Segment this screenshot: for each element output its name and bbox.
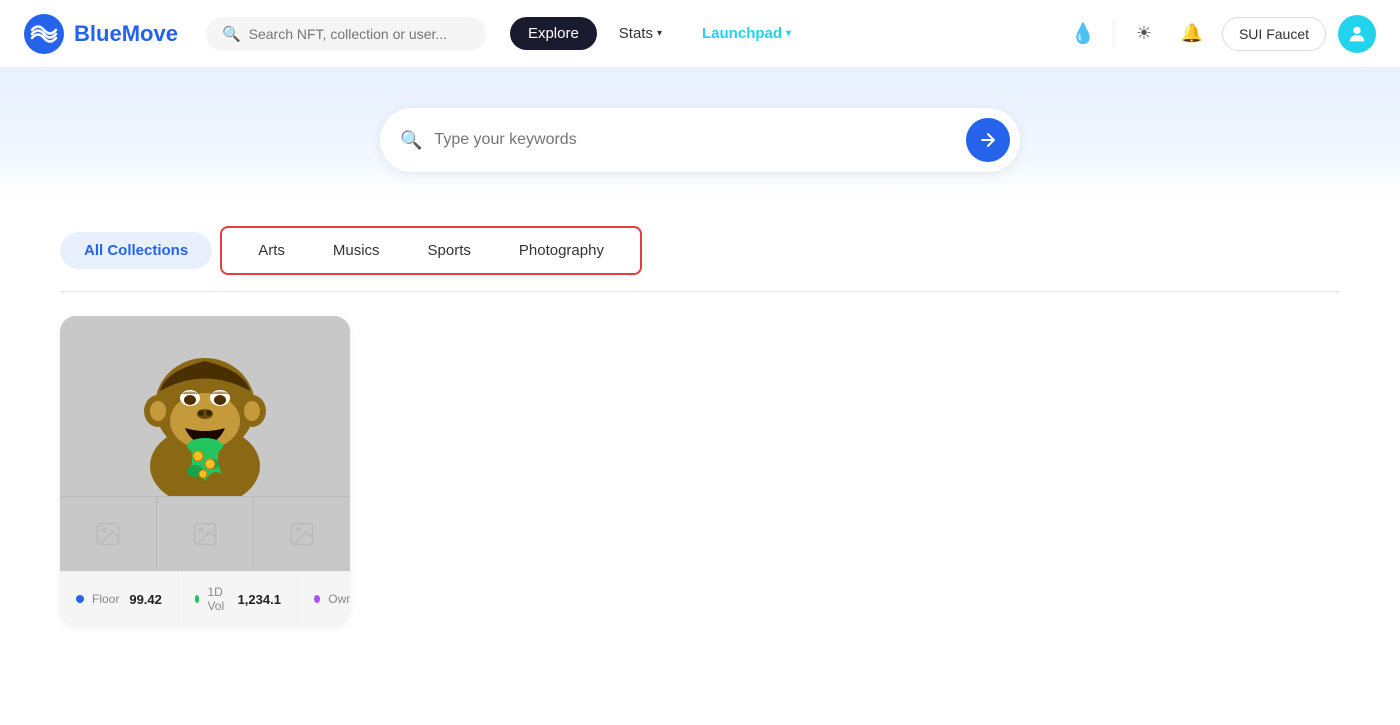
stats-chevron-icon: ▾ [657, 28, 662, 39]
hero-search-icon: 🔍 [400, 130, 422, 151]
notification-button[interactable]: 🔔 [1174, 16, 1210, 52]
hero-section: 🔍 [0, 68, 1400, 202]
stat-dot-floor [76, 595, 84, 603]
stat-label-owners: Owners [328, 592, 350, 606]
nav-divider [1113, 20, 1114, 48]
collection-stats: Floor 99.42 1D Vol 1,234.1 Owners 3,012 … [60, 571, 350, 626]
stat-label-floor: Floor [92, 592, 119, 606]
drop-icon-button[interactable]: 💧 [1065, 16, 1101, 52]
nav-search-input[interactable] [249, 26, 470, 42]
placeholder-icon-3 [288, 520, 316, 548]
filter-sports-button[interactable]: Sports [404, 234, 495, 267]
hero-search-bar: 🔍 [380, 108, 1020, 172]
collections-section: Floor 99.42 1D Vol 1,234.1 Owners 3,012 … [0, 292, 1400, 650]
filter-row: All Collections Arts Musics Sports Photo… [60, 226, 1340, 275]
stat-dot-vol [195, 595, 200, 603]
thumbnail-2 [157, 496, 254, 571]
stat-floor: Floor 99.42 [60, 572, 179, 626]
navbar: BlueMove 🔍 Explore Stats ▾ Launchpad ▾ 💧… [0, 0, 1400, 68]
stat-value-vol: 1,234.1 [238, 592, 281, 607]
bell-icon: 🔔 [1181, 23, 1203, 44]
user-avatar-icon [1346, 23, 1368, 45]
collection-thumbnails [60, 496, 350, 571]
collections-grid: Floor 99.42 1D Vol 1,234.1 Owners 3,012 … [60, 316, 1340, 626]
filter-arts-button[interactable]: Arts [234, 234, 309, 267]
logo-text: BlueMove [74, 21, 178, 47]
filters-section: All Collections Arts Musics Sports Photo… [0, 202, 1400, 275]
nav-links: Explore Stats ▾ Launchpad ▾ [510, 17, 1049, 50]
placeholder-icon-2 [191, 520, 219, 548]
sui-faucet-button[interactable]: SUI Faucet [1222, 17, 1326, 51]
collection-nft-image [60, 316, 350, 496]
placeholder-icon-1 [94, 520, 122, 548]
drop-icon: 💧 [1071, 21, 1096, 46]
collection-card[interactable]: Floor 99.42 1D Vol 1,234.1 Owners 3,012 … [60, 316, 350, 626]
collection-main-image [60, 316, 350, 496]
hero-search-input[interactable] [434, 131, 954, 149]
stat-owners: Owners 3,012 k [298, 572, 350, 626]
nav-explore-button[interactable]: Explore [510, 17, 597, 50]
stat-value-floor: 99.42 [129, 592, 162, 607]
nav-search-bar[interactable]: 🔍 [206, 17, 486, 51]
stat-vol: 1D Vol 1,234.1 [179, 572, 298, 626]
nav-launchpad-button[interactable]: Launchpad ▾ [684, 17, 809, 50]
all-collections-button[interactable]: All Collections [60, 232, 212, 269]
user-avatar-button[interactable] [1338, 15, 1376, 53]
hero-search-submit-button[interactable] [966, 118, 1010, 162]
thumbnail-3 [254, 496, 350, 571]
bluemove-logo-icon [24, 14, 64, 54]
logo[interactable]: BlueMove [24, 14, 178, 54]
stat-dot-owners [314, 595, 320, 603]
nav-search-icon: 🔍 [222, 25, 241, 43]
thumbnail-1 [60, 496, 157, 571]
stat-label-vol: 1D Vol [207, 585, 227, 613]
hero-arrow-right-icon [978, 130, 998, 150]
nav-right-actions: 💧 ☀ 🔔 SUI Faucet [1065, 15, 1376, 53]
filter-categories-box: Arts Musics Sports Photography [220, 226, 642, 275]
nav-stats-button[interactable]: Stats ▾ [601, 17, 680, 50]
sun-icon: ☀ [1136, 23, 1152, 44]
filter-photography-button[interactable]: Photography [495, 234, 628, 267]
theme-toggle-button[interactable]: ☀ [1126, 16, 1162, 52]
launchpad-chevron-icon: ▾ [786, 28, 791, 39]
filter-musics-button[interactable]: Musics [309, 234, 404, 267]
